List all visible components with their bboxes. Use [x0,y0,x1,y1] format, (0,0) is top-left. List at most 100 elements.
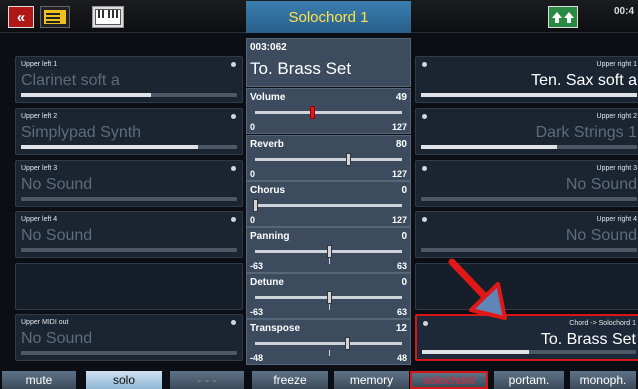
slot-sound: No Sound [565,227,637,244]
preset-number: 003:062 [250,42,287,53]
param-name: Reverb [250,139,284,150]
volume-bar[interactable] [422,350,636,354]
volume-bar[interactable] [21,93,237,97]
shift-arrows-icon [552,12,574,23]
slot-upper-left-2[interactable]: Upper left 2 Simplypad Synth [15,108,243,155]
status-dot-icon [231,114,236,119]
param-name: Detune [250,277,284,288]
param-slider[interactable] [255,153,402,166]
menu-button[interactable] [40,6,70,28]
slot-label: Upper left 3 [21,165,58,172]
param-slider[interactable] [255,106,402,119]
status-dot-icon [422,62,427,67]
center-tick [328,350,330,356]
param-panning[interactable]: Panning 0 -63 63 [246,227,411,273]
volume-bar[interactable] [21,248,237,252]
freeze-button[interactable]: freeze [252,371,328,389]
slot-upper-left-1[interactable]: Upper left 1 Clarinet soft a [15,56,243,103]
param-max: 127 [391,215,407,225]
status-dot-icon [422,217,427,222]
param-volume[interactable]: Volume 49 0 127 [246,88,411,134]
param-value: 0 [401,277,407,288]
param-name: Panning [250,231,290,242]
status-dot-icon [231,166,236,171]
volume-bar[interactable] [421,197,637,201]
slot-label: Upper MIDI out [21,319,69,326]
status-dot-icon [231,217,236,222]
volume-bar[interactable] [421,93,637,97]
param-transpose[interactable]: Transpose 12 -48 48 [246,319,411,365]
param-min: 0 [250,122,256,132]
solo-button[interactable]: solo [86,371,162,389]
slot-label: Upper right 2 [596,113,637,120]
blank-button[interactable]: - - - [170,371,244,389]
volume-bar[interactable] [421,248,637,252]
param-value: 0 [401,185,407,196]
param-chorus[interactable]: Chorus 0 0 127 [246,181,411,227]
param-detune[interactable]: Detune 0 -63 63 [246,273,411,319]
memory-button[interactable]: memory [334,371,409,389]
param-value: 49 [395,92,407,103]
center-tick [328,304,330,310]
preset-box[interactable]: 003:062 To. Brass Set [246,38,411,87]
param-reverb[interactable]: Reverb 80 0 127 [246,135,411,181]
slot-upper-left-3[interactable]: Upper left 3 No Sound [15,160,243,207]
slider-thumb[interactable] [326,245,332,258]
slider-thumb[interactable] [345,153,351,166]
slot-upper-left-4[interactable]: Upper left 4 No Sound [15,211,243,258]
back-button[interactable]: « [8,6,34,28]
volume-bar[interactable] [21,351,237,355]
param-min: -63 [250,261,264,271]
page-title: Solochord 1 [246,1,411,33]
volume-bar[interactable] [421,145,637,149]
keyboard-button[interactable] [92,6,124,28]
slot-upper-right-1[interactable]: Upper right 1 Ten. Sax soft a [415,56,638,103]
slot-sound: No Sound [21,330,93,347]
monophonic-button[interactable]: monoph. [570,371,636,389]
slot-upper-right-3[interactable]: Upper right 3 No Sound [415,160,638,207]
param-min: -63 [250,307,264,317]
shift-button[interactable] [548,6,578,28]
param-value: 80 [395,139,407,150]
slot-sound: Dark Strings 1 [535,124,637,141]
slider-thumb[interactable] [253,199,258,212]
volume-bar[interactable] [21,145,237,149]
slot-sound: No Sound [21,176,93,193]
sound-edit-panel: 003:062 To. Brass Set Volume 49 0 127 Re… [246,38,411,365]
volume-bar-fill [421,145,558,149]
slot-chord-solochord[interactable]: Chord -> Solochord 1 To. Brass Set [415,314,638,361]
bottom-bar: mute solo - - - freeze memory solochord … [0,368,638,389]
slider-thumb[interactable] [310,106,316,119]
slot-empty-left [15,263,243,310]
slot-sound: No Sound [565,176,637,193]
volume-bar-fill [421,93,637,97]
param-name: Volume [250,92,286,103]
slider-thumb[interactable] [344,337,350,350]
mute-button[interactable]: mute [2,371,76,389]
param-value: 12 [395,323,407,334]
slider-thumb[interactable] [326,291,332,304]
slot-upper-right-4[interactable]: Upper right 4 No Sound [415,211,638,258]
solochord-button[interactable]: solochord [410,371,488,389]
param-slider[interactable] [253,199,402,212]
param-max: 127 [391,169,407,179]
slot-sound: To. Brass Set [540,331,636,348]
param-max: 63 [396,261,407,271]
param-max: 63 [396,307,407,317]
param-min: -48 [250,353,264,363]
slot-label: Upper left 1 [21,61,58,68]
portamento-button[interactable]: portam. [494,371,564,389]
volume-bar[interactable] [21,197,237,201]
param-slider[interactable] [255,337,402,356]
param-value: 0 [401,231,407,242]
status-dot-icon [422,114,427,119]
param-slider[interactable] [255,245,402,264]
menu-icon [44,10,66,24]
top-bar: « Solochord 1 00:4 [0,0,638,33]
slot-upper-right-2[interactable]: Upper right 2 Dark Strings 1 [415,108,638,155]
param-slider[interactable] [255,291,402,310]
center-tick [328,258,330,264]
slot-sound: Clarinet soft a [21,72,120,89]
slot-upper-midi-out[interactable]: Upper MIDI out No Sound [15,314,243,361]
app-window: « Solochord 1 00:4 Upper left 1 Clarinet… [0,0,638,389]
